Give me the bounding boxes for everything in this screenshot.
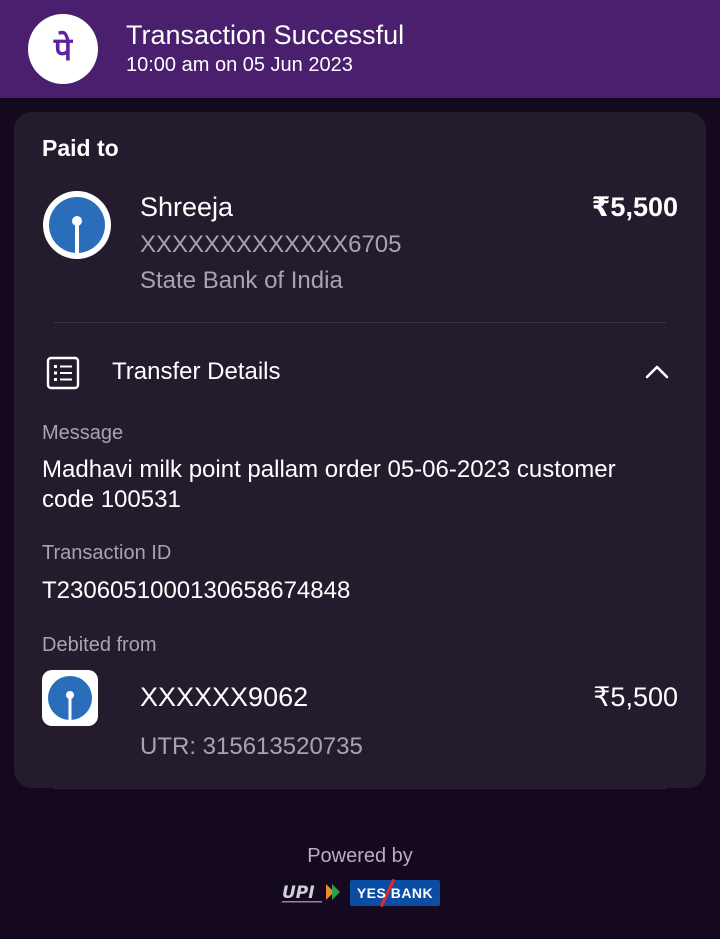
debited-from-label: Debited from bbox=[42, 634, 157, 656]
sbi-logo-icon bbox=[42, 190, 112, 260]
transaction-datetime: 10:00 am on 05 Jun 2023 bbox=[126, 54, 353, 76]
upi-logo-icon: UPI bbox=[280, 880, 346, 906]
powered-by-label: Powered by bbox=[307, 845, 413, 867]
chevron-up-icon[interactable] bbox=[644, 362, 670, 382]
paid-to-label: Paid to bbox=[42, 135, 119, 161]
yes-bank-logo-text: YES BANK bbox=[356, 885, 434, 901]
receipt-list-icon bbox=[46, 356, 80, 390]
debit-account-number: XXXXXX9062 bbox=[140, 682, 309, 712]
utr-number[interactable]: UTR: 315613520735 bbox=[140, 733, 363, 761]
svg-text:UPI: UPI bbox=[282, 883, 315, 903]
phonepe-logo-glyph: पे bbox=[53, 30, 74, 68]
footer-divider bbox=[54, 788, 666, 789]
yes-bank-logo: YES BANK bbox=[350, 878, 440, 908]
message-label: Message bbox=[42, 422, 124, 444]
payee-account-number: XXXXXXXXXXXXX6705 bbox=[140, 231, 402, 258]
payee-name: Shreeja bbox=[140, 192, 234, 222]
transfer-details-toggle[interactable]: Transfer Details bbox=[112, 358, 281, 386]
transaction-id-value[interactable]: T2306051000130658674848 bbox=[42, 577, 350, 605]
debit-amount: ₹5,500 bbox=[593, 682, 678, 712]
status-title: Transaction Successful bbox=[126, 20, 405, 50]
payee-bank-name: State Bank of India bbox=[140, 267, 343, 294]
payee-amount: ₹5,500 bbox=[591, 192, 678, 222]
sbi-logo-icon bbox=[42, 670, 98, 726]
phonepe-logo-icon: पे bbox=[28, 14, 98, 84]
transaction-card: Paid to Shreeja ₹5,500 XXXXXXXXXXXXX6705… bbox=[14, 112, 706, 788]
transaction-header: पे Transaction Successful 10:00 am on 05… bbox=[0, 0, 720, 98]
message-value: Madhavi milk point pallam order 05-06-20… bbox=[42, 456, 616, 513]
section-divider bbox=[54, 322, 666, 323]
transaction-id-label: Transaction ID bbox=[42, 542, 172, 564]
